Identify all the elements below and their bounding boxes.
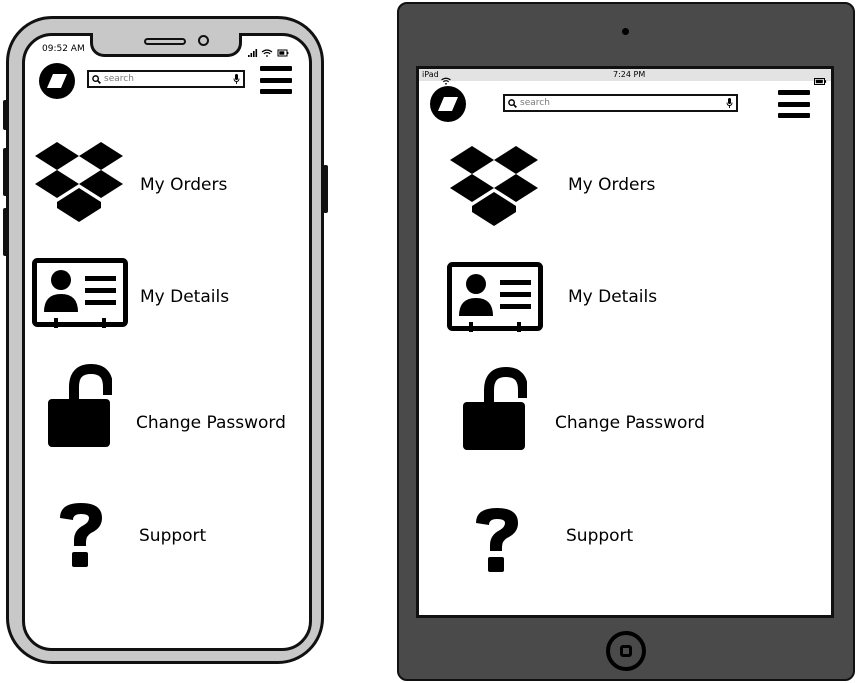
battery-icon — [814, 70, 827, 89]
dropbox-icon[interactable] — [450, 146, 540, 228]
question-mark-icon[interactable] — [56, 500, 106, 570]
tablet-status-device: iPad — [422, 70, 439, 79]
menu-item-my-details[interactable]: My Details — [568, 287, 657, 307]
menu-item-my-details[interactable]: My Details — [140, 287, 229, 307]
phone-status-time: 09:52 AM — [42, 44, 85, 54]
hamburger-menu-icon[interactable] — [778, 90, 810, 118]
search-bar — [87, 70, 245, 88]
menu-item-support[interactable]: Support — [566, 526, 633, 546]
cellular-signal-icon — [248, 49, 258, 57]
id-card-icon[interactable] — [447, 262, 543, 334]
search-bar — [503, 94, 738, 112]
menu-item-change-password[interactable]: Change Password — [555, 413, 705, 433]
phone-camera — [198, 35, 209, 46]
search-input[interactable] — [101, 74, 233, 84]
unlocked-padlock-icon[interactable] — [463, 366, 527, 452]
tablet-home-button[interactable] — [606, 631, 646, 671]
phone-notch — [90, 33, 242, 57]
search-input[interactable] — [517, 98, 726, 108]
parallelogram-icon — [438, 97, 458, 111]
search-icon — [92, 74, 101, 84]
search-icon — [508, 98, 517, 108]
menu-item-change-password[interactable]: Change Password — [136, 413, 286, 433]
phone-volume-up-button — [3, 100, 8, 130]
menu-item-support[interactable]: Support — [139, 526, 206, 546]
menu-item-my-orders[interactable]: My Orders — [140, 175, 227, 195]
wifi-icon — [261, 49, 273, 57]
dropbox-icon[interactable] — [35, 142, 125, 224]
phone-power-button — [323, 165, 328, 213]
app-logo[interactable] — [39, 63, 75, 99]
hamburger-menu-icon[interactable] — [260, 66, 292, 94]
phone-status-icons — [247, 43, 291, 57]
phone-volume-down-button — [3, 148, 8, 196]
parallelogram-icon — [47, 74, 67, 88]
question-mark-icon[interactable] — [472, 505, 522, 575]
menu-item-my-orders[interactable]: My Orders — [568, 175, 655, 195]
microphone-icon — [726, 98, 733, 108]
microphone-icon — [233, 74, 240, 84]
battery-icon — [277, 49, 289, 57]
id-card-icon[interactable] — [32, 258, 128, 330]
tablet-status-time: 7:24 PM — [613, 70, 646, 79]
phone-speaker — [144, 38, 186, 45]
app-logo[interactable] — [430, 86, 466, 122]
phone-silent-switch — [3, 208, 8, 256]
home-square-icon — [620, 645, 632, 657]
tablet-camera — [622, 28, 629, 35]
unlocked-padlock-icon[interactable] — [48, 363, 112, 449]
